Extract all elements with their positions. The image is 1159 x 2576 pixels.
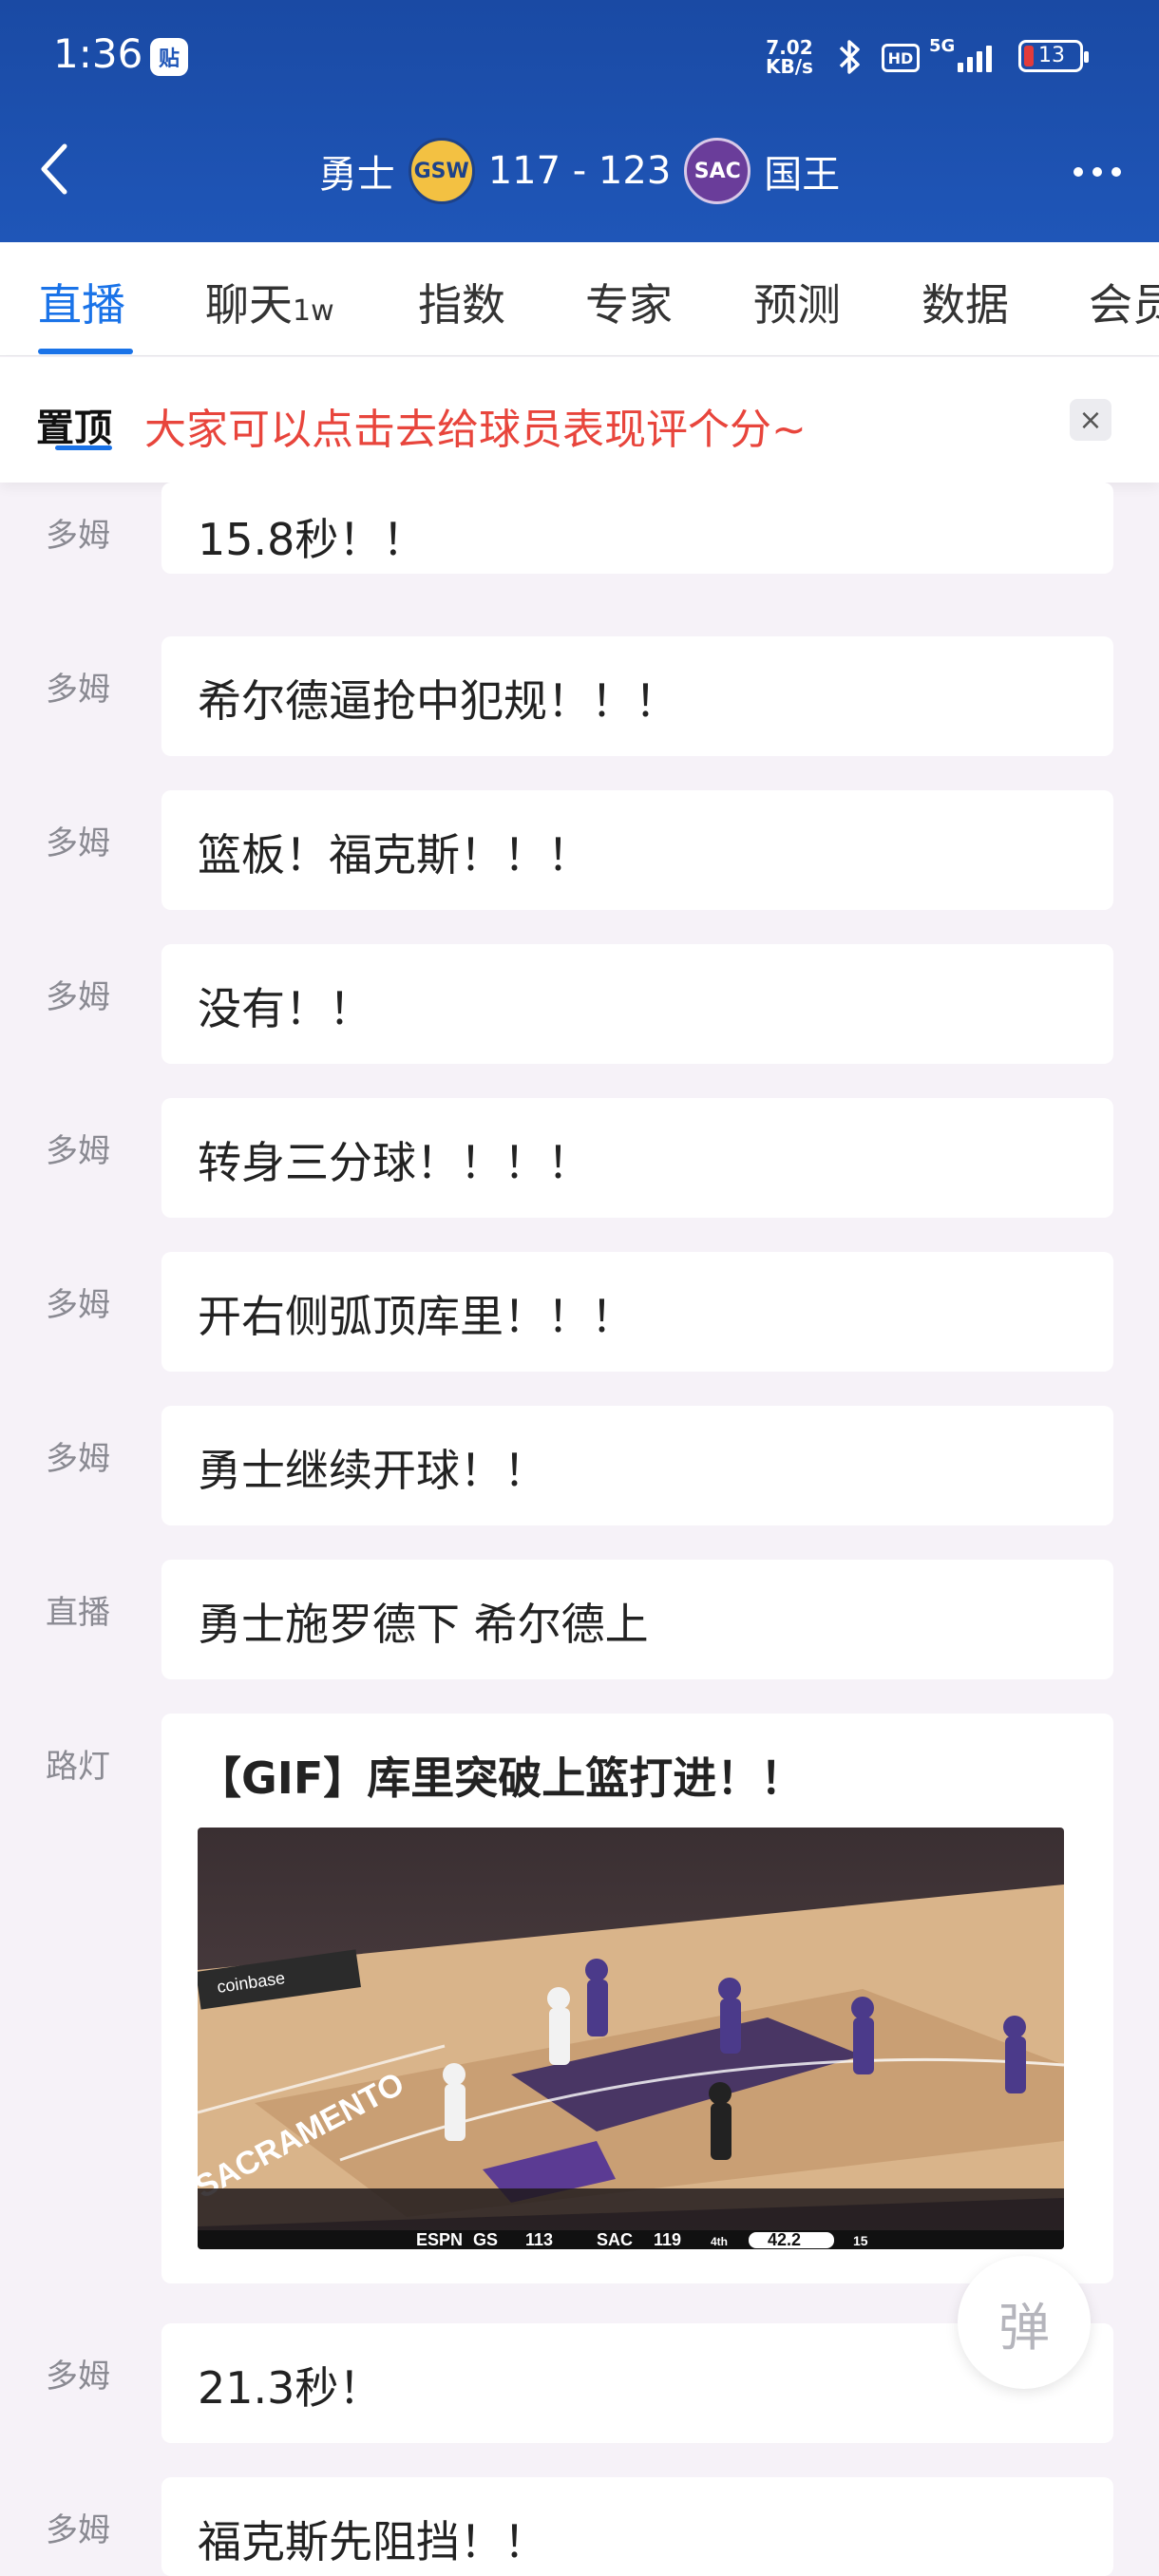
match-score: 117 - 123 (487, 149, 672, 193)
gif-game-clock: 42.2 (768, 2230, 801, 2249)
feed-author: 多姆 (46, 1132, 110, 1170)
feed-author: 多姆 (46, 1440, 110, 1478)
feed-author: 多姆 (46, 1286, 110, 1324)
feed-author: 多姆 (46, 978, 110, 1016)
network-speed-value: 7.02 (766, 36, 813, 59)
pinned-text[interactable]: 大家可以点击去给球员表现评个分~ (144, 395, 807, 456)
top-header: 1:36 贴 7.02 KB/s HD 5G 13 勇士 GSW 117 - 1… (0, 0, 1159, 242)
live-feed[interactable]: 多姆 15.8秒！！ 多姆 希尔德逼抢中犯规！！！ 多姆 篮板！福克斯！！！ 多… (0, 483, 1159, 2576)
tab-label: 直播 (38, 279, 125, 331)
feed-text: 勇士继续开球！！ (198, 1445, 547, 1496)
tab-chat[interactable]: 聊天1w (205, 271, 334, 333)
gif-away-score: 119 (654, 2230, 681, 2249)
feed-message: 没有！！ (162, 944, 1113, 1064)
feed-author: 多姆 (46, 517, 110, 555)
feed-text: 福克斯先阻挡！！ (198, 2516, 547, 2567)
network-speed-unit: KB/s (766, 55, 813, 78)
status-bar: 1:36 贴 7.02 KB/s HD 5G 13 (0, 0, 1159, 114)
gif-shot-clock: 15 (853, 2233, 868, 2248)
gif-network: ESPN (416, 2230, 463, 2249)
network-speed: 7.02 KB/s (766, 38, 813, 76)
tab-experts[interactable]: 专家 (585, 271, 673, 333)
home-team-name: 勇士 (318, 153, 395, 197)
danmaku-toggle-button[interactable]: 弹 (958, 2256, 1091, 2389)
feed-text: 开右侧弧顶库里！！！ (198, 1291, 635, 1342)
bluetooth-icon (830, 38, 868, 76)
battery-percent: 13 (1038, 44, 1065, 67)
feed-author: 多姆 (46, 2358, 110, 2396)
feed-message: 篮板！福克斯！！！ (162, 790, 1113, 910)
chat-count-badge: 1w (293, 294, 334, 328)
tab-label: 预测 (753, 279, 841, 331)
gif-away-team: SAC (597, 2230, 633, 2249)
feed-text: 15.8秒！！ (198, 514, 427, 565)
gif-home-team: GS (473, 2230, 498, 2249)
close-pinned-button[interactable]: × (1070, 399, 1112, 441)
feed-message: 【GIF】库里突破上篮打进！！ coinbase SACRAMENTO ESPN… (162, 1714, 1113, 2283)
feed-message: 勇士施罗德下 希尔德上 (162, 1560, 1113, 1679)
signal-bars-icon (958, 44, 992, 72)
tab-label: 专家 (585, 279, 673, 331)
tab-member[interactable]: 会员 (1089, 271, 1159, 333)
more-dot-icon (1092, 167, 1102, 177)
tab-label: 指数 (418, 279, 505, 331)
feed-author: 路灯 (46, 1748, 110, 1786)
feed-author: 多姆 (46, 824, 110, 862)
basketball-court-image: coinbase SACRAMENTO ESPN GS 113 SAC 119 … (198, 1828, 1064, 2249)
pinned-notice[interactable]: 置顶 大家可以点击去给球员表现评个分~ (0, 357, 1159, 483)
feed-message: 勇士继续开球！！ (162, 1406, 1113, 1525)
feed-author: 多姆 (46, 2511, 110, 2549)
hd-icon: HD (882, 44, 920, 72)
sac-logo-icon: SAC (684, 138, 751, 204)
feed-message: 15.8秒！！ (162, 483, 1113, 574)
app-notification-icon: 贴 (150, 38, 188, 76)
gif-period: 4th (711, 2235, 728, 2248)
gsw-logo-icon: GSW (408, 138, 475, 204)
active-tab-indicator (38, 349, 133, 354)
tab-bar: 直播 聊天1w 指数 专家 预测 数据 会员 (0, 242, 1159, 356)
tab-label: 聊天 (205, 279, 293, 331)
battery-level (1024, 46, 1034, 66)
more-dot-icon (1074, 167, 1083, 177)
feed-message: 开右侧弧顶库里！！！ (162, 1252, 1113, 1372)
feed-text: 篮板！福克斯！！！ (198, 829, 591, 881)
feed-author: 直播 (46, 1594, 110, 1632)
tab-live[interactable]: 直播 (38, 271, 125, 333)
feed-text: 没有！！ (198, 983, 372, 1034)
feed-text: 希尔德逼抢中犯规！！！ (198, 675, 678, 727)
tab-data[interactable]: 数据 (922, 271, 1009, 333)
away-team-name: 国王 (764, 153, 841, 197)
feed-text: 勇士施罗德下 希尔德上 (198, 1599, 649, 1650)
tab-label: 会员 (1089, 279, 1159, 331)
feed-message: 福克斯先阻挡！！ (162, 2477, 1113, 2576)
status-time: 1:36 (53, 30, 143, 77)
feed-text: 21.3秒！ (198, 2362, 383, 2414)
feed-text: 转身三分球！！！！ (198, 1137, 591, 1188)
more-dot-icon (1112, 167, 1121, 177)
pinned-tag: 置顶 (36, 397, 112, 452)
feed-message: 转身三分球！！！！ (162, 1098, 1113, 1218)
feed-text: 【GIF】库里突破上篮打进！！ (198, 1752, 805, 1804)
feed-message: 希尔德逼抢中犯规！！！ (162, 636, 1113, 756)
highlight-gif[interactable]: coinbase SACRAMENTO ESPN GS 113 SAC 119 … (198, 1828, 1064, 2249)
more-options-button[interactable] (1074, 167, 1121, 177)
battery-icon: 13 (1018, 40, 1089, 72)
tab-index[interactable]: 指数 (418, 271, 505, 333)
gif-home-score: 113 (525, 2230, 553, 2249)
tab-prediction[interactable]: 预测 (753, 271, 841, 333)
feed-author: 多姆 (46, 671, 110, 709)
match-score-header: 勇士 GSW 117 - 123 SAC 国王 (0, 133, 1159, 209)
network-type: 5G (929, 36, 956, 56)
tab-label: 数据 (922, 279, 1009, 331)
